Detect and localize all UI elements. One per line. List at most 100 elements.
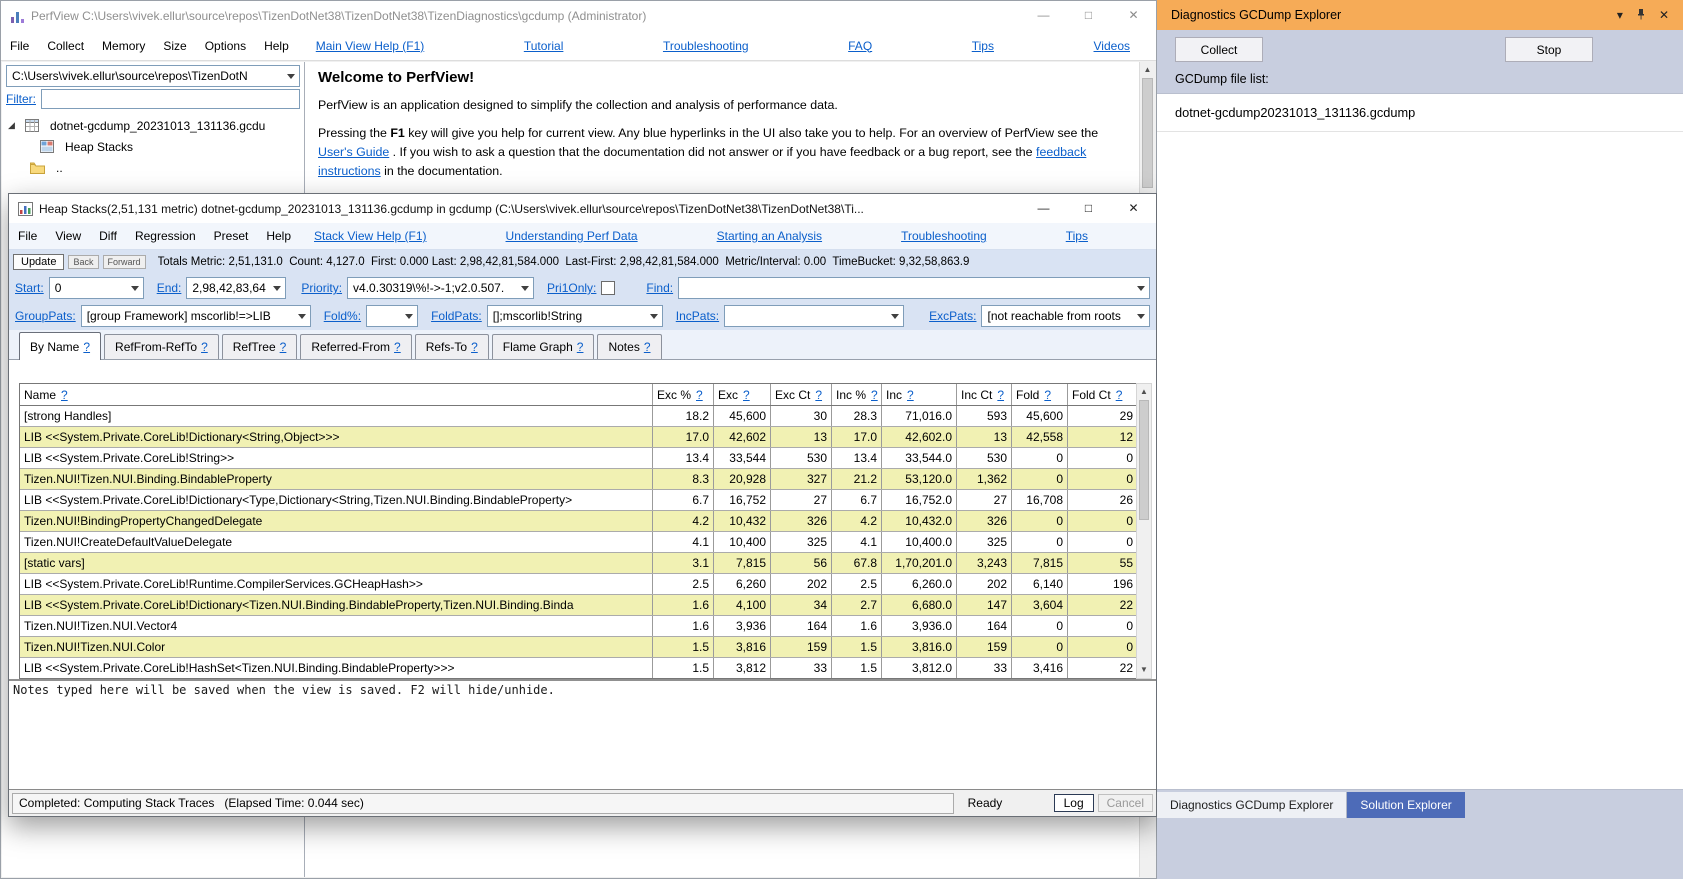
collect-button[interactable]: Collect [1175, 37, 1263, 62]
incpats-label[interactable]: IncPats: [676, 309, 719, 323]
filter-input[interactable] [41, 89, 300, 109]
scroll-thumb[interactable] [1139, 400, 1149, 520]
menu-memory[interactable]: Memory [93, 39, 154, 53]
column-help-link[interactable]: ? [871, 388, 878, 402]
find-label[interactable]: Find: [646, 281, 673, 295]
column-help-link[interactable]: ? [1044, 388, 1051, 402]
inline-link-user-s-guide[interactable]: User's Guide [318, 145, 389, 159]
tab-flame-graph[interactable]: Flame Graph? [492, 334, 595, 359]
table-row[interactable]: LIB <<System.Private.CoreLib!HashSet<Tiz… [20, 658, 1137, 679]
table-row[interactable]: Tizen.NUI!BindingPropertyChangedDelegate… [20, 511, 1137, 532]
end-label[interactable]: End: [157, 281, 182, 295]
priority-combobox[interactable]: v4.0.30319\%!->-1;v2.0.507. [347, 277, 534, 299]
bottom-tab-solution-explorer[interactable]: Solution Explorer [1347, 792, 1464, 818]
table-scrollbar[interactable]: ▲ ▼ [1136, 383, 1152, 679]
column-help-link[interactable]: ? [743, 388, 750, 402]
tab-notes[interactable]: Notes? [597, 334, 661, 359]
main-titlebar[interactable]: PerfView C:\Users\vivek.ellur\source\rep… [1, 1, 1156, 31]
tab-help-link[interactable]: ? [577, 340, 584, 354]
grouppats-combobox[interactable]: [group Framework] mscorlib!=>LIB [81, 305, 311, 327]
window-position-icon[interactable]: ▾ [1617, 8, 1623, 22]
help-link-understanding-perf-data[interactable]: Understanding Perf Data [506, 229, 638, 243]
update-button[interactable]: Update [13, 254, 64, 270]
excpats-label[interactable]: ExcPats: [929, 309, 976, 323]
log-button[interactable]: Log [1054, 794, 1094, 812]
help-link-troubleshooting[interactable]: Troubleshooting [663, 39, 749, 53]
table-row[interactable]: LIB <<System.Private.CoreLib!Dictionary<… [20, 595, 1137, 616]
tree-item-gcdump-file[interactable]: ◢ dotnet-gcdump_20231013_131136.gcdu [2, 115, 304, 136]
tab-help-link[interactable]: ? [83, 340, 90, 354]
help-link-videos[interactable]: Videos [1094, 39, 1130, 53]
pri1only-checkbox[interactable] [601, 281, 615, 295]
table-row[interactable]: Tizen.NUI!Tizen.NUI.Binding.BindableProp… [20, 469, 1137, 490]
vs-titlebar[interactable]: Diagnostics GCDump Explorer ▾ ✕ [1157, 0, 1683, 30]
column-help-link[interactable]: ? [61, 388, 68, 402]
end-combobox[interactable]: 2,98,42,83,64 [186, 277, 286, 299]
tab-reftree[interactable]: RefTree? [222, 334, 298, 359]
table-row[interactable]: LIB <<System.Private.CoreLib!Dictionary<… [20, 427, 1137, 448]
close-icon[interactable]: ✕ [1659, 8, 1669, 22]
directory-combobox[interactable]: C:\Users\vivek.ellur\source\repos\TizenD… [6, 65, 300, 87]
scroll-thumb[interactable] [1142, 78, 1153, 188]
start-combobox[interactable]: 0 [49, 277, 144, 299]
foldpct-label[interactable]: Fold%: [324, 309, 361, 323]
tab-help-link[interactable]: ? [280, 340, 287, 354]
incpats-combobox[interactable] [724, 305, 904, 327]
menu-diff[interactable]: Diff [90, 229, 126, 243]
help-link-main-view-help-f1[interactable]: Main View Help (F1) [316, 39, 424, 53]
foldpats-label[interactable]: FoldPats: [431, 309, 482, 323]
menu-size[interactable]: Size [154, 39, 195, 53]
table-row[interactable]: LIB <<System.Private.CoreLib!Runtime.Com… [20, 574, 1137, 595]
tab-help-link[interactable]: ? [471, 340, 478, 354]
minimize-button[interactable]: — [1021, 194, 1066, 223]
help-link-stack-view-help-f1[interactable]: Stack View Help (F1) [314, 229, 426, 243]
tree-expander-icon[interactable]: ◢ [8, 120, 20, 131]
menu-help[interactable]: Help [255, 39, 298, 53]
start-label[interactable]: Start: [15, 281, 44, 295]
column-header-exc[interactable]: Exc %? [653, 384, 714, 405]
column-header-inc-ct[interactable]: Inc Ct? [957, 384, 1012, 405]
scroll-down-icon[interactable]: ▼ [1137, 662, 1151, 678]
help-link-starting-an-analysis[interactable]: Starting an Analysis [717, 229, 822, 243]
help-link-troubleshooting[interactable]: Troubleshooting [901, 229, 987, 243]
menu-options[interactable]: Options [196, 39, 255, 53]
help-link-faq[interactable]: FAQ [848, 39, 872, 53]
close-button[interactable]: ✕ [1111, 194, 1156, 223]
column-header-exc[interactable]: Exc? [714, 384, 771, 405]
column-header-inc[interactable]: Inc? [882, 384, 957, 405]
heap-titlebar[interactable]: Heap Stacks(2,51,131 metric) dotnet-gcdu… [9, 194, 1156, 223]
help-link-tutorial[interactable]: Tutorial [524, 39, 564, 53]
tab-by-name[interactable]: By Name? [19, 332, 101, 360]
tab-refs-to[interactable]: Refs-To? [415, 334, 489, 359]
pin-icon[interactable] [1636, 8, 1646, 23]
maximize-button[interactable]: □ [1066, 194, 1111, 223]
tab-reffrom-refto[interactable]: RefFrom-RefTo? [104, 334, 219, 359]
column-header-exc-ct[interactable]: Exc Ct? [771, 384, 832, 405]
scroll-up-icon[interactable]: ▲ [1137, 384, 1151, 400]
column-help-link[interactable]: ? [997, 388, 1004, 402]
forward-button[interactable]: Forward [103, 255, 146, 269]
table-row[interactable]: [strong Handles]18.245,6003028.371,016.0… [20, 406, 1137, 427]
notes-pane[interactable]: Notes typed here will be saved when the … [9, 679, 1156, 789]
menu-help[interactable]: Help [257, 229, 300, 243]
column-header-inc[interactable]: Inc %? [832, 384, 882, 405]
find-combobox[interactable] [678, 277, 1150, 299]
tab-help-link[interactable]: ? [644, 340, 651, 354]
scroll-up-icon[interactable]: ▲ [1140, 62, 1155, 78]
menu-view[interactable]: View [46, 229, 90, 243]
cancel-button[interactable]: Cancel [1098, 794, 1153, 812]
column-header-name[interactable]: Name? [20, 384, 653, 405]
close-button[interactable]: ✕ [1111, 1, 1156, 31]
filter-label[interactable]: Filter: [6, 92, 36, 106]
minimize-button[interactable]: — [1021, 1, 1066, 31]
maximize-button[interactable]: □ [1066, 1, 1111, 31]
column-help-link[interactable]: ? [815, 388, 822, 402]
back-button[interactable]: Back [68, 255, 98, 269]
tab-help-link[interactable]: ? [201, 340, 208, 354]
column-header-fold-ct[interactable]: Fold Ct? [1068, 384, 1137, 405]
gcdump-file-item[interactable]: dotnet-gcdump20231013_131136.gcdump [1157, 94, 1683, 132]
table-row[interactable]: LIB <<System.Private.CoreLib!Dictionary<… [20, 490, 1137, 511]
menu-regression[interactable]: Regression [126, 229, 205, 243]
stop-button[interactable]: Stop [1505, 37, 1593, 62]
bottom-tab-diagnostics-gcdump-explorer[interactable]: Diagnostics GCDump Explorer [1157, 792, 1347, 818]
